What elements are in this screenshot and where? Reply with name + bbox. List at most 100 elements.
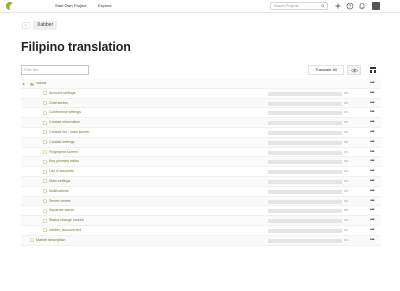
progress-percent: 0%: [344, 90, 349, 95]
more-options-icon[interactable]: •••: [370, 178, 375, 184]
file-name[interactable]: Account settings: [49, 91, 75, 96]
file-icon: [43, 91, 47, 96]
plus-icon[interactable]: [334, 2, 342, 10]
svg-text:?: ?: [349, 4, 352, 9]
search-input[interactable]: Search Projects: [270, 2, 328, 10]
file-name[interactable]: Main settings: [49, 179, 70, 184]
file-name[interactable]: Key phrases editor: [49, 159, 79, 164]
more-options-icon[interactable]: •••: [370, 109, 375, 115]
file-name[interactable]: values: [36, 81, 46, 86]
file-row[interactable]: Conference settings 0% •••: [21, 108, 381, 119]
file-row[interactable]: Notifications 0% •••: [21, 187, 381, 197]
progress-bar: [268, 121, 342, 126]
file-row[interactable]: Main settings 0% •••: [21, 176, 381, 187]
more-options-icon[interactable]: •••: [370, 139, 375, 145]
more-options-icon[interactable]: •••: [370, 129, 375, 135]
progress-percent: 0%: [344, 227, 349, 232]
file-name[interactable]: Conference settings: [49, 110, 81, 115]
nav-start-own-project[interactable]: Start Own Project: [55, 3, 86, 8]
file-name[interactable]: Secret viewer: [49, 199, 71, 204]
progress-bar: [268, 228, 342, 233]
file-name[interactable]: List of accounts: [49, 169, 74, 174]
progress-percent: 0%: [344, 120, 349, 125]
progress-percent: 0%: [344, 159, 349, 164]
file-row[interactable]: Contact list - main screen 0% •••: [21, 128, 381, 138]
more-options-icon[interactable]: •••: [370, 90, 375, 96]
visibility-button[interactable]: [347, 65, 361, 75]
more-options-icon[interactable]: •••: [370, 168, 375, 174]
file-row[interactable]: Contact settings 0% •••: [21, 137, 381, 148]
progress-percent: 0%: [344, 149, 349, 154]
folder-icon: [30, 82, 34, 86]
progress-bar: [268, 160, 342, 165]
file-icon: [43, 199, 47, 203]
filter-placeholder: Filter files: [24, 68, 39, 72]
file-icon: [43, 130, 47, 135]
avatar[interactable]: [372, 2, 380, 10]
file-row[interactable]: Separate words 0% •••: [21, 206, 381, 217]
file-name[interactable]: Contact list - main screen: [49, 130, 90, 135]
top-bar: Start Own Project Explore Search Project…: [0, 0, 400, 13]
progress-bar: [268, 209, 342, 214]
tree-view-button[interactable]: [367, 65, 379, 75]
breadcrumb-project[interactable]: Xabber: [33, 21, 58, 30]
file-row[interactable]: Fingerprint screen 0% •••: [21, 148, 381, 158]
tree-icon: [370, 67, 376, 73]
file-row[interactable]: Account settings 0% •••: [21, 89, 381, 99]
file-name[interactable]: Chat screen: [49, 101, 68, 106]
more-options-icon[interactable]: •••: [370, 80, 375, 86]
file-icon: [30, 238, 34, 243]
more-options-icon[interactable]: •••: [370, 100, 375, 106]
more-options-icon[interactable]: •••: [370, 198, 375, 204]
search-placeholder: Search Projects: [274, 4, 299, 8]
progress-bar: [268, 199, 342, 204]
expand-icon[interactable]: [22, 82, 26, 86]
file-name[interactable]: Separate words: [49, 208, 74, 213]
nav-explore[interactable]: Explore: [98, 3, 112, 8]
file-icon: [43, 208, 47, 213]
folder-row[interactable]: values •••: [21, 79, 381, 89]
progress-percent: 0%: [344, 237, 349, 242]
progress-bar: [268, 140, 342, 145]
progress-percent: 0%: [344, 178, 349, 183]
more-options-icon[interactable]: •••: [370, 207, 375, 213]
more-options-icon[interactable]: •••: [370, 158, 375, 164]
file-name[interactable]: Contact information: [49, 120, 80, 125]
file-name[interactable]: Contact settings: [49, 140, 75, 145]
file-name[interactable]: Status change screen: [49, 218, 84, 223]
file-row[interactable]: List of accounts 0% •••: [21, 167, 381, 177]
progress-percent: 0%: [344, 100, 349, 105]
more-options-icon[interactable]: •••: [370, 237, 375, 243]
progress-bar: [268, 170, 342, 175]
progress-percent: 0%: [344, 169, 349, 174]
file-name[interactable]: xabber_account.xml: [49, 228, 81, 233]
more-options-icon[interactable]: •••: [370, 217, 375, 223]
file-name[interactable]: Fingerprint screen: [49, 150, 78, 155]
bell-icon[interactable]: [358, 2, 366, 10]
file-icon: [43, 150, 47, 154]
more-options-icon[interactable]: •••: [370, 227, 375, 233]
page-title: Filipino translation: [21, 40, 131, 54]
file-name[interactable]: Notifications: [49, 189, 69, 194]
more-options-icon[interactable]: •••: [370, 119, 375, 125]
file-row[interactable]: Chat screen 0% •••: [21, 98, 381, 109]
progress-bar: [268, 238, 342, 243]
file-row[interactable]: Secret viewer 0% •••: [21, 196, 381, 207]
translate-all-button[interactable]: Translate All: [308, 65, 344, 75]
more-options-icon[interactable]: •••: [370, 188, 375, 194]
back-button[interactable]: ‹: [22, 22, 30, 29]
progress-bar: [268, 101, 342, 106]
progress-percent: 0%: [344, 188, 349, 193]
more-options-icon[interactable]: •••: [370, 149, 375, 155]
file-row[interactable]: Contact information 0% •••: [21, 118, 381, 128]
logo-icon[interactable]: [5, 1, 15, 11]
file-icon: [43, 110, 47, 115]
file-icon: [43, 120, 47, 125]
filter-files-input[interactable]: Filter files: [21, 65, 89, 75]
help-icon[interactable]: ?: [346, 2, 354, 10]
file-row[interactable]: Market description 0% •••: [21, 235, 381, 246]
file-row[interactable]: xabber_account.xml 0% •••: [21, 226, 381, 236]
file-row[interactable]: Key phrases editor 0% •••: [21, 157, 381, 168]
file-row[interactable]: Status change screen 0% •••: [21, 216, 381, 226]
file-name[interactable]: Market description: [36, 238, 65, 243]
